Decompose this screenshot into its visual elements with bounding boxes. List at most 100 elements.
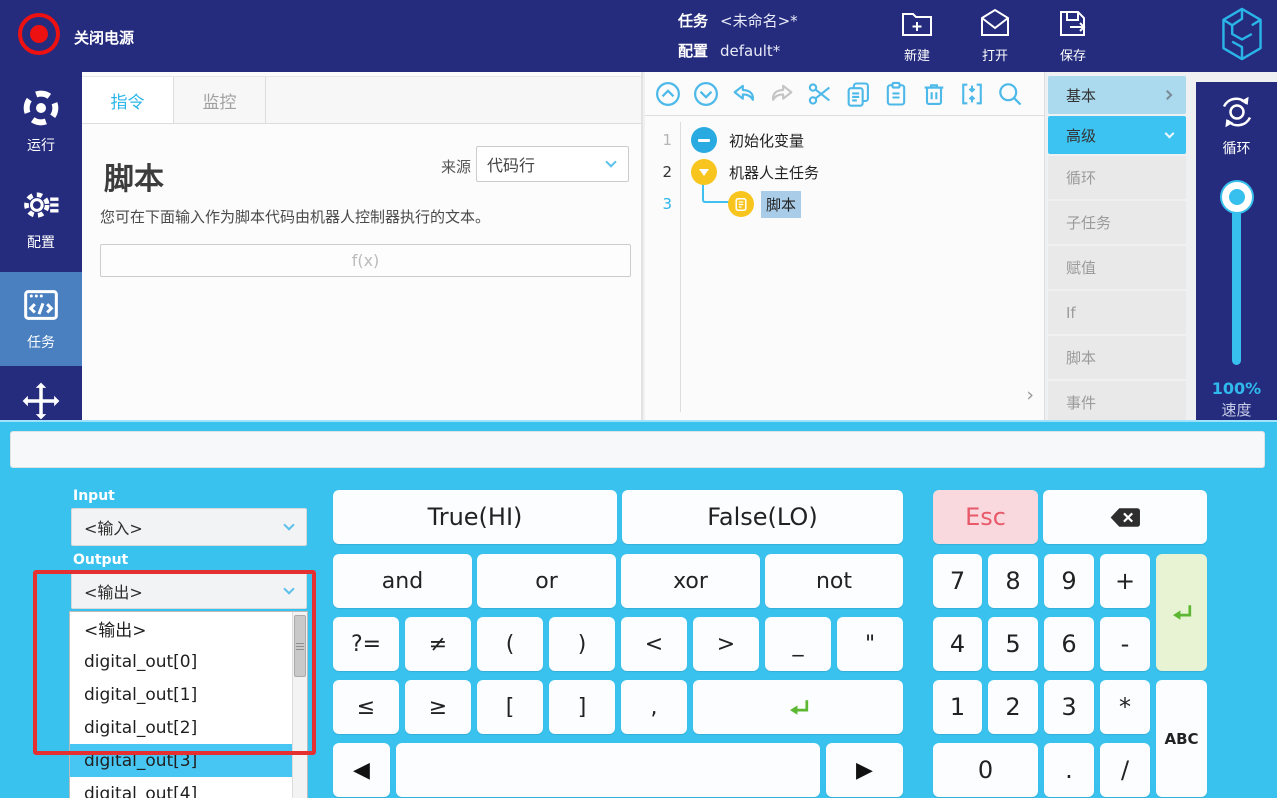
speed-slider-handle[interactable] — [1221, 182, 1252, 212]
key-true-hi[interactable]: True(HI) — [333, 490, 617, 544]
power-off-button[interactable] — [18, 13, 60, 55]
save-task-button[interactable]: 保存 — [1041, 6, 1105, 64]
delete-icon[interactable] — [919, 79, 949, 109]
dropdown-option[interactable]: digital_out[4] — [70, 777, 307, 798]
dropdown-option[interactable]: digital_out[2] — [70, 711, 307, 744]
chevron-down-icon — [283, 519, 295, 531]
tab-monitor[interactable]: 监控 — [174, 77, 266, 123]
key-four[interactable]: 4 — [933, 617, 982, 671]
dropdown-scrollbar[interactable] — [292, 612, 307, 798]
key-space[interactable] — [396, 743, 820, 797]
key-geq[interactable]: ≥ — [405, 680, 471, 734]
key-not[interactable]: not — [765, 554, 903, 608]
tree-toolbar — [645, 72, 1044, 116]
sidebar-item-move[interactable] — [0, 380, 82, 420]
key-enter-wide[interactable] — [693, 680, 903, 734]
paste-icon[interactable] — [881, 79, 911, 109]
key-quote[interactable]: " — [837, 617, 903, 671]
key-six[interactable]: 6 — [1044, 617, 1094, 671]
key-dot[interactable]: . — [1044, 743, 1094, 797]
key-zero[interactable]: 0 — [933, 743, 1038, 797]
cut-icon[interactable] — [805, 79, 835, 109]
dropdown-option[interactable]: digital_out[3] — [70, 744, 307, 777]
tree-row-robot-main-task[interactable]: 2 机器人主任务 — [645, 156, 1044, 188]
sidebar-item-run[interactable]: 运行 — [0, 88, 82, 155]
key-gt[interactable]: > — [693, 617, 759, 671]
search-icon[interactable] — [995, 79, 1025, 109]
key-comma[interactable]: , — [621, 680, 687, 734]
key-star[interactable]: * — [1100, 680, 1150, 734]
speed-slider-track[interactable] — [1232, 200, 1241, 365]
key-one[interactable]: 1 — [933, 680, 982, 734]
key-lparen[interactable]: ( — [477, 617, 543, 671]
source-select[interactable]: 代码行 — [476, 146, 629, 182]
run-icon — [23, 90, 59, 126]
redo-icon[interactable] — [767, 79, 797, 109]
palette-item[interactable]: 循环 — [1048, 156, 1186, 199]
palette-group-basic[interactable]: 基本 — [1048, 76, 1186, 114]
tree-row-init-variable[interactable]: 1 初始化变量 — [645, 124, 1044, 156]
sidebar-item-config[interactable]: 配置 — [0, 185, 82, 252]
key-enter-pad[interactable] — [1156, 554, 1207, 671]
key-seven[interactable]: 7 — [933, 554, 982, 608]
key-esc[interactable]: Esc — [933, 490, 1038, 544]
key-false-lo[interactable]: False(LO) — [622, 490, 903, 544]
key-plus[interactable]: + — [1100, 554, 1150, 608]
key-rparen[interactable]: ) — [549, 617, 615, 671]
expression-display-input[interactable] — [10, 431, 1265, 468]
key-nine[interactable]: 9 — [1044, 554, 1094, 608]
dropdown-option[interactable]: digital_out[1] — [70, 678, 307, 711]
palette-item[interactable]: 赋值 — [1048, 246, 1186, 289]
key-five[interactable]: 5 — [988, 617, 1038, 671]
tab-instruction[interactable]: 指令 — [82, 77, 174, 123]
key-right-arrow[interactable]: ▶ — [826, 743, 903, 797]
key-q-eq[interactable]: ?= — [333, 617, 399, 671]
key-abc[interactable]: ABC — [1156, 680, 1207, 797]
power-off-label: 关闭电源 — [74, 29, 135, 47]
script-expression-input[interactable] — [100, 244, 631, 277]
palette-items: 循环 子任务 赋值 If 脚本 事件 — [1048, 156, 1186, 424]
key-minus[interactable]: - — [1100, 617, 1150, 671]
palette-item[interactable]: 脚本 — [1048, 336, 1186, 379]
copy-icon[interactable] — [843, 79, 873, 109]
key-underscore[interactable]: _ — [765, 617, 831, 671]
tree-expand-chevron-icon[interactable]: › — [1026, 384, 1034, 406]
output-select[interactable]: <输出> — [71, 572, 307, 609]
key-eight[interactable]: 8 — [988, 554, 1038, 608]
renumber-icon[interactable] — [957, 79, 987, 109]
key-three[interactable]: 3 — [1044, 680, 1094, 734]
palette-item[interactable]: 事件 — [1048, 381, 1186, 424]
key-lt[interactable]: < — [621, 617, 687, 671]
key-leq[interactable]: ≤ — [333, 680, 399, 734]
task-label: 任务 — [678, 12, 709, 30]
dropdown-option[interactable]: <输出> — [70, 612, 307, 645]
key-neq[interactable]: ≠ — [405, 617, 471, 671]
input-select[interactable]: <输入> — [71, 508, 307, 546]
key-lbracket[interactable]: [ — [477, 680, 543, 734]
key-xor[interactable]: xor — [621, 554, 760, 608]
dropdown-scrollbar-thumb[interactable] — [294, 615, 306, 677]
tree-row-script[interactable]: 3 脚本 — [645, 175, 1044, 220]
move-up-icon[interactable] — [653, 79, 683, 109]
open-task-button[interactable]: 打开 — [963, 6, 1027, 64]
palette-item[interactable]: 子任务 — [1048, 201, 1186, 244]
key-two[interactable]: 2 — [988, 680, 1038, 734]
speed-percent: 100% — [1211, 379, 1262, 398]
loop-icon[interactable] — [1215, 90, 1259, 134]
key-rbracket[interactable]: ] — [549, 680, 615, 734]
chevron-down-icon — [605, 156, 617, 168]
key-backspace[interactable] — [1043, 490, 1207, 544]
task-tree-panel: 1 初始化变量 2 机器人主任务 3 脚本 › — [645, 72, 1045, 420]
dropdown-option[interactable]: digital_out[0] — [70, 645, 307, 678]
palette-group-advanced[interactable]: 高级 — [1048, 116, 1186, 154]
palette-item[interactable]: If — [1048, 291, 1186, 334]
key-and[interactable]: and — [333, 554, 472, 608]
tree-row-number: 3 — [662, 195, 672, 213]
key-slash[interactable]: / — [1100, 743, 1150, 797]
move-down-icon[interactable] — [691, 79, 721, 109]
key-or[interactable]: or — [477, 554, 616, 608]
sidebar-item-task[interactable]: 任务 — [0, 272, 82, 366]
undo-icon[interactable] — [729, 79, 759, 109]
key-left-arrow[interactable]: ◀ — [333, 743, 390, 797]
new-task-button[interactable]: 新建 — [885, 6, 949, 64]
